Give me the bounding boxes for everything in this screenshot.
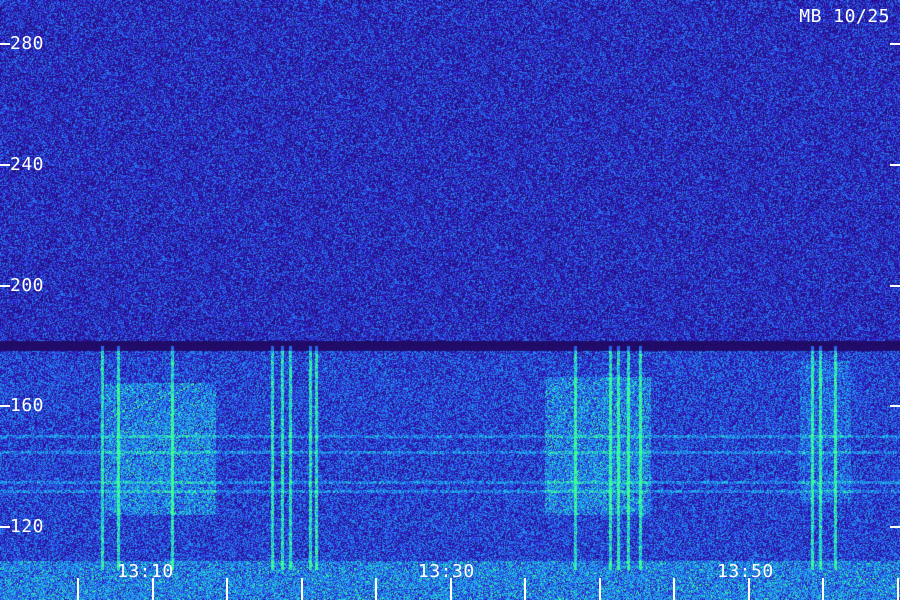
x-tick-label: 13:50: [717, 561, 774, 582]
x-tick: [599, 578, 601, 600]
y-tick-left: [0, 163, 10, 166]
y-tick-right: [890, 163, 900, 166]
spectrogram: MB 10/25 120 160 200 240 280 13:10 13:30 13:50: [0, 0, 900, 600]
y-tick-left: [0, 284, 10, 287]
x-tick: [77, 578, 79, 600]
y-tick-left: [0, 405, 10, 408]
y-tick-label: 160: [10, 395, 45, 417]
y-tick-label: 200: [10, 274, 45, 296]
y-tick-right: [890, 405, 900, 408]
x-tick: [673, 578, 675, 600]
y-tick-right: [890, 43, 900, 45]
y-tick-left: [0, 43, 10, 45]
y-tick-label: 280: [10, 33, 45, 54]
x-tick-label: 13:30: [418, 561, 475, 582]
y-tick-right: [890, 284, 900, 287]
y-tick-label: 120: [10, 516, 45, 537]
x-tick: [301, 578, 303, 600]
x-tick-label: 13:10: [117, 561, 174, 582]
y-tick-label: 240: [10, 153, 45, 175]
x-tick: [375, 578, 377, 600]
x-tick: [226, 578, 228, 600]
y-tick-left: [0, 526, 10, 528]
x-tick: [897, 578, 899, 600]
x-tick: [524, 578, 526, 600]
spectrogram-canvas: [0, 0, 900, 600]
station-tag: MB 10/25: [799, 6, 890, 27]
x-tick: [822, 578, 824, 600]
y-tick-right: [890, 526, 900, 528]
